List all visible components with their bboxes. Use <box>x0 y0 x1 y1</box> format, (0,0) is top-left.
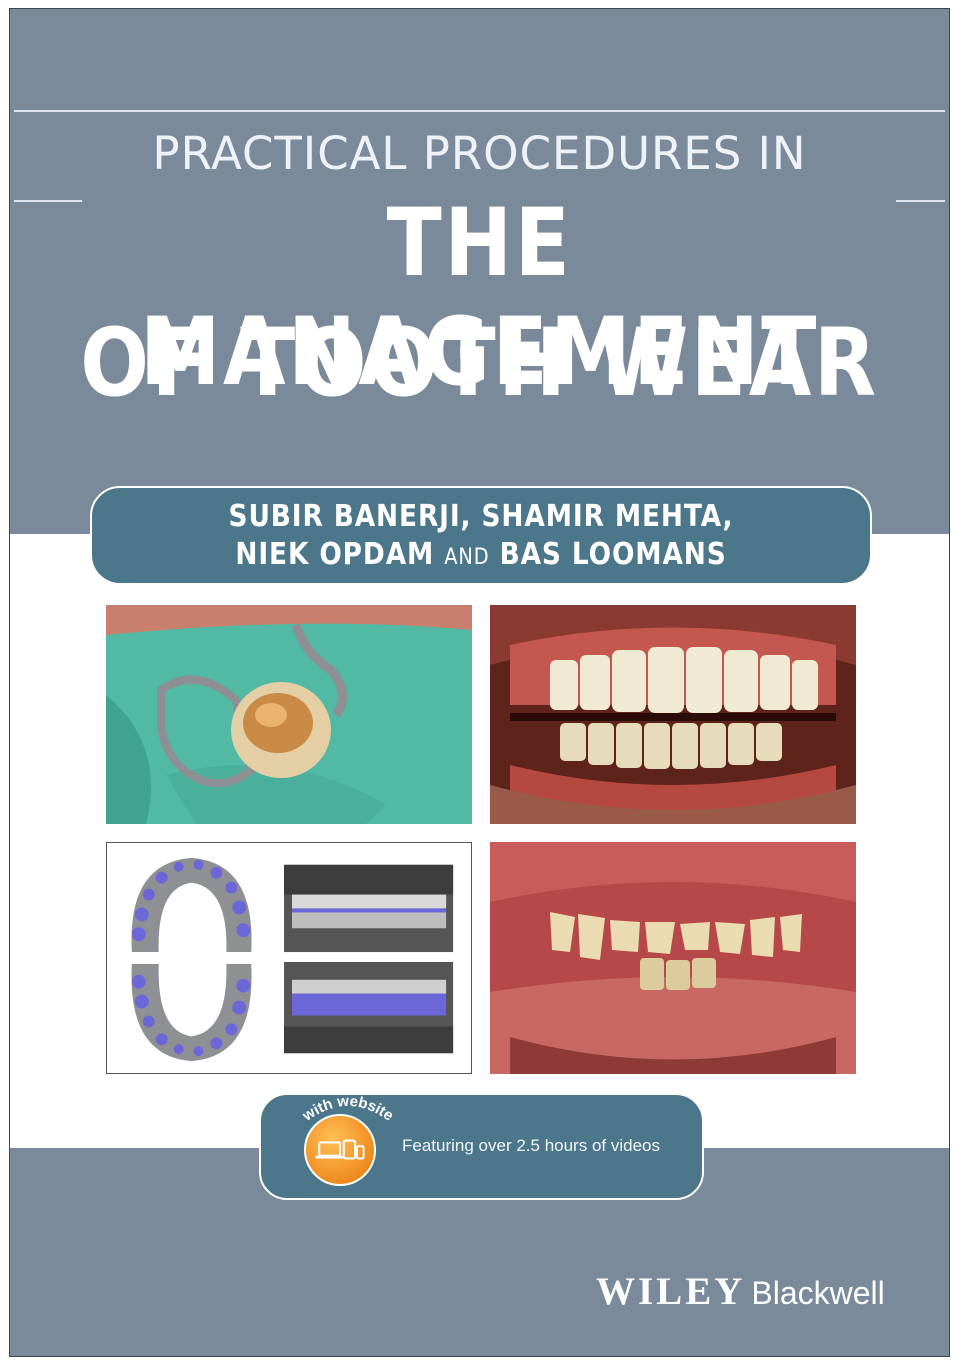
photo-worn-teeth-upper <box>490 605 856 824</box>
book-cover: PRACTICAL PROCEDURES IN THE MANAGEMENT O… <box>9 8 950 1357</box>
website-description: Featuring over 2.5 hours of videos <box>402 1136 660 1155</box>
authors-line-1: SUBIR BANERJI, SHAMIR MEHTA, <box>228 499 734 534</box>
publisher-blackwell: Blackwell <box>751 1275 885 1311</box>
author-opdam: NIEK OPDAM <box>235 537 435 572</box>
authors-and: AND <box>444 545 490 570</box>
title-line-1: PRACTICAL PROCEDURES IN <box>152 127 807 180</box>
authors-banner: SUBIR BANERJI, SHAMIR MEHTA, NIEK OPDAM … <box>90 486 872 585</box>
divider-right <box>896 200 945 202</box>
figure-digital-scans <box>106 842 472 1074</box>
title-line-3: OF TOOTH WEAR <box>80 309 879 418</box>
svg-text:with website: with website <box>299 1093 397 1125</box>
with-website-label: with website <box>299 1093 397 1125</box>
publisher-wiley: WILEY <box>596 1270 746 1313</box>
website-badge-text: with website <box>299 1093 397 1125</box>
divider-left <box>14 200 82 202</box>
photo-rubber-dam-crown <box>106 605 472 824</box>
divider-top <box>14 110 945 112</box>
publisher-logo: WILEY Blackwell <box>596 1269 885 1314</box>
author-loomans: BAS LOOMANS <box>499 537 727 572</box>
authors-line-2: NIEK OPDAM AND BAS LOOMANS <box>139 536 824 577</box>
photo-worn-teeth-front <box>490 842 856 1074</box>
